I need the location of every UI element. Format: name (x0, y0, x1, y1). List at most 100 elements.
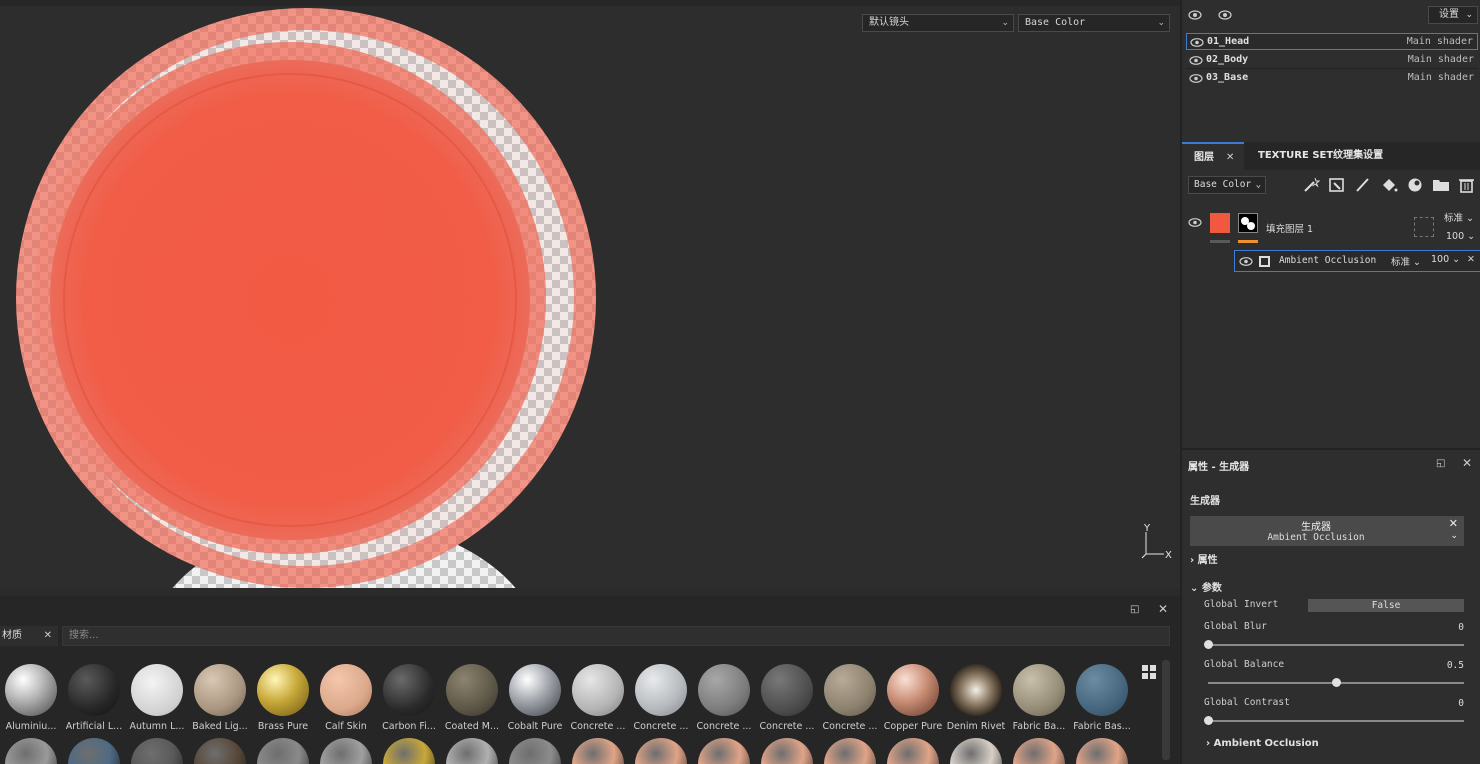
material-preview (1076, 664, 1128, 716)
section-ambient-occlusion[interactable]: › Ambient Occlusion (1206, 738, 1319, 749)
close-icon[interactable]: ✕ (1467, 254, 1475, 265)
material-label: Fabric Bas... (1073, 721, 1131, 732)
material-label: Copper Pure (883, 721, 943, 732)
settings-dropdown[interactable]: 设置 ⌄ (1428, 6, 1478, 24)
blend-mode-value: 标准 (1444, 213, 1464, 224)
float-panel-icon[interactable]: ◱ (1130, 604, 1139, 615)
camera-select[interactable]: 默认镜头 ⌄ (862, 14, 1014, 32)
material-label: Concrete ... (759, 721, 815, 732)
global-balance-value[interactable]: 0.5 (1424, 660, 1464, 671)
material-preview (698, 664, 750, 716)
section-generator: 生成器 (1190, 496, 1220, 507)
material-grid: Aluminiu... Artificial L... Autumn L... Bak… (0, 662, 1140, 764)
close-icon[interactable]: ✕ (1158, 602, 1168, 616)
effect-opacity-select[interactable]: 100 ⌄ (1431, 254, 1460, 265)
close-icon[interactable]: ✕ (1449, 517, 1458, 530)
global-contrast-value[interactable]: 0 (1424, 698, 1464, 709)
eye-icon[interactable] (1188, 218, 1202, 227)
trash-icon[interactable] (1458, 177, 1476, 193)
eye-icon[interactable] (1189, 56, 1203, 65)
param-label: Global Contrast (1204, 697, 1290, 708)
material-preview (635, 664, 687, 716)
tab-layers[interactable]: 图层 ✕ (1182, 142, 1244, 170)
eye-icon[interactable] (1239, 257, 1253, 266)
fill-color-thumbnail[interactable] (1210, 213, 1230, 233)
layer-row-fill[interactable]: 填充图层 1 标准 ⌄ 100 ⌄ (1182, 208, 1480, 248)
brush-icon[interactable] (1354, 177, 1372, 193)
properties-title: 属性 - 生成器 (1188, 462, 1250, 473)
settings-label: 设置 (1439, 9, 1459, 20)
material-label: Calf Skin (325, 721, 367, 732)
material-preview (509, 664, 561, 716)
eye-settings-icon[interactable] (1188, 10, 1204, 20)
slider-knob[interactable] (1204, 716, 1213, 725)
texture-set-name: 02_Body (1206, 54, 1249, 65)
blend-mode-select[interactable]: 标准 ⌄ (1444, 210, 1474, 224)
tab-texture-set-settings[interactable]: TEXTURE SET纹理集设置 (1258, 142, 1383, 170)
close-icon[interactable]: ✕ (44, 626, 52, 646)
texture-set-row[interactable]: 02_Body Main shader (1186, 52, 1478, 69)
float-panel-icon[interactable]: ◱ (1436, 458, 1445, 469)
slider-knob[interactable] (1204, 640, 1213, 649)
global-blur-slider[interactable] (1204, 640, 1464, 649)
layer-mask-slot[interactable] (1414, 217, 1434, 237)
close-icon[interactable]: ✕ (1226, 144, 1234, 172)
section-attributes[interactable]: › 属性 (1190, 551, 1218, 566)
viewport-channel-value: Base Color (1025, 17, 1086, 28)
material-preview (257, 664, 309, 716)
section-params[interactable]: ⌄ 参数 (1190, 579, 1222, 594)
generator-selector[interactable]: 生成器 Ambient Occlusion ✕ ⌄ (1190, 516, 1464, 546)
fill-bucket-icon[interactable] (1380, 177, 1398, 193)
global-blur-value[interactable]: 0 (1424, 622, 1464, 633)
mask-thumbnail[interactable] (1238, 213, 1258, 233)
section-params-label: 参数 (1201, 583, 1222, 594)
opacity-value: 100 (1446, 231, 1465, 242)
magic-wand-icon[interactable] (1302, 177, 1320, 193)
shelf-scrollbar[interactable] (1162, 660, 1170, 760)
material-search-input[interactable]: 搜索... (62, 626, 1170, 646)
tab-materials-label: 材质 (2, 630, 22, 641)
eye-icon[interactable] (1218, 10, 1234, 20)
mask-underline (1238, 240, 1258, 243)
texture-set-name: 01_Head (1207, 36, 1250, 47)
material-label: Autumn L... (129, 721, 185, 732)
material-label: Baked Lig... (192, 721, 248, 732)
generator-type: Ambient Occlusion (1267, 532, 1365, 543)
slider-knob[interactable] (1332, 678, 1341, 687)
material-label: Brass Pure (257, 721, 309, 732)
folder-icon[interactable] (1432, 177, 1450, 193)
shelf-header: ◱ ✕ (0, 596, 1180, 626)
tab-layers-label: 图层 (1194, 152, 1214, 163)
material-label: Artificial L... (65, 721, 123, 732)
add-generator-icon[interactable] (1328, 177, 1346, 193)
layers-toolbar: Base Color ⌄ (1182, 170, 1480, 200)
3d-viewport[interactable]: 默认镜头 ⌄ Base Color ⌄ Y X (0, 0, 1180, 588)
tab-materials[interactable]: 材质 ✕ (0, 626, 58, 646)
material-preview (320, 664, 372, 716)
material-label: Concrete ... (822, 721, 878, 732)
chevron-down-icon: ⌄ (1001, 18, 1009, 28)
smart-material-icon[interactable] (1406, 177, 1424, 193)
eye-icon[interactable] (1190, 38, 1204, 47)
opacity-select[interactable]: 100 ⌄ (1446, 231, 1475, 242)
properties-panel: 属性 - 生成器 ◱ ✕ 生成器 生成器 Ambient Occlusion ✕… (1182, 448, 1480, 764)
layer-row-effect[interactable]: Ambient Occlusion 标准 ⌄ 100 ⌄ ✕ (1234, 250, 1480, 272)
global-balance-slider[interactable] (1208, 678, 1464, 687)
global-invert-toggle[interactable]: False (1308, 599, 1464, 612)
generator-icon (1259, 256, 1270, 267)
texture-set-row[interactable]: 01_Head Main shader (1186, 33, 1478, 50)
layer-name: 填充图层 1 (1266, 224, 1314, 235)
layer-channel-select[interactable]: Base Color ⌄ (1188, 176, 1266, 194)
global-contrast-slider[interactable] (1204, 716, 1464, 725)
eye-icon[interactable] (1189, 74, 1203, 83)
grid-view-icon[interactable] (1141, 664, 1157, 680)
layer-channel-value: Base Color (1194, 179, 1252, 190)
effect-blend-select[interactable]: 标准 ⌄ (1391, 254, 1421, 268)
material-preview (950, 664, 1002, 716)
texture-set-row[interactable]: 03_Base Main shader (1186, 70, 1478, 87)
close-icon[interactable]: ✕ (1462, 456, 1472, 470)
viewport-channel-select[interactable]: Base Color ⌄ (1018, 14, 1170, 32)
chevron-down-icon[interactable]: ⌄ (1450, 531, 1458, 541)
tab-texture-set-settings-label: TEXTURE SET纹理集设置 (1258, 150, 1384, 161)
material-preview (761, 664, 813, 716)
